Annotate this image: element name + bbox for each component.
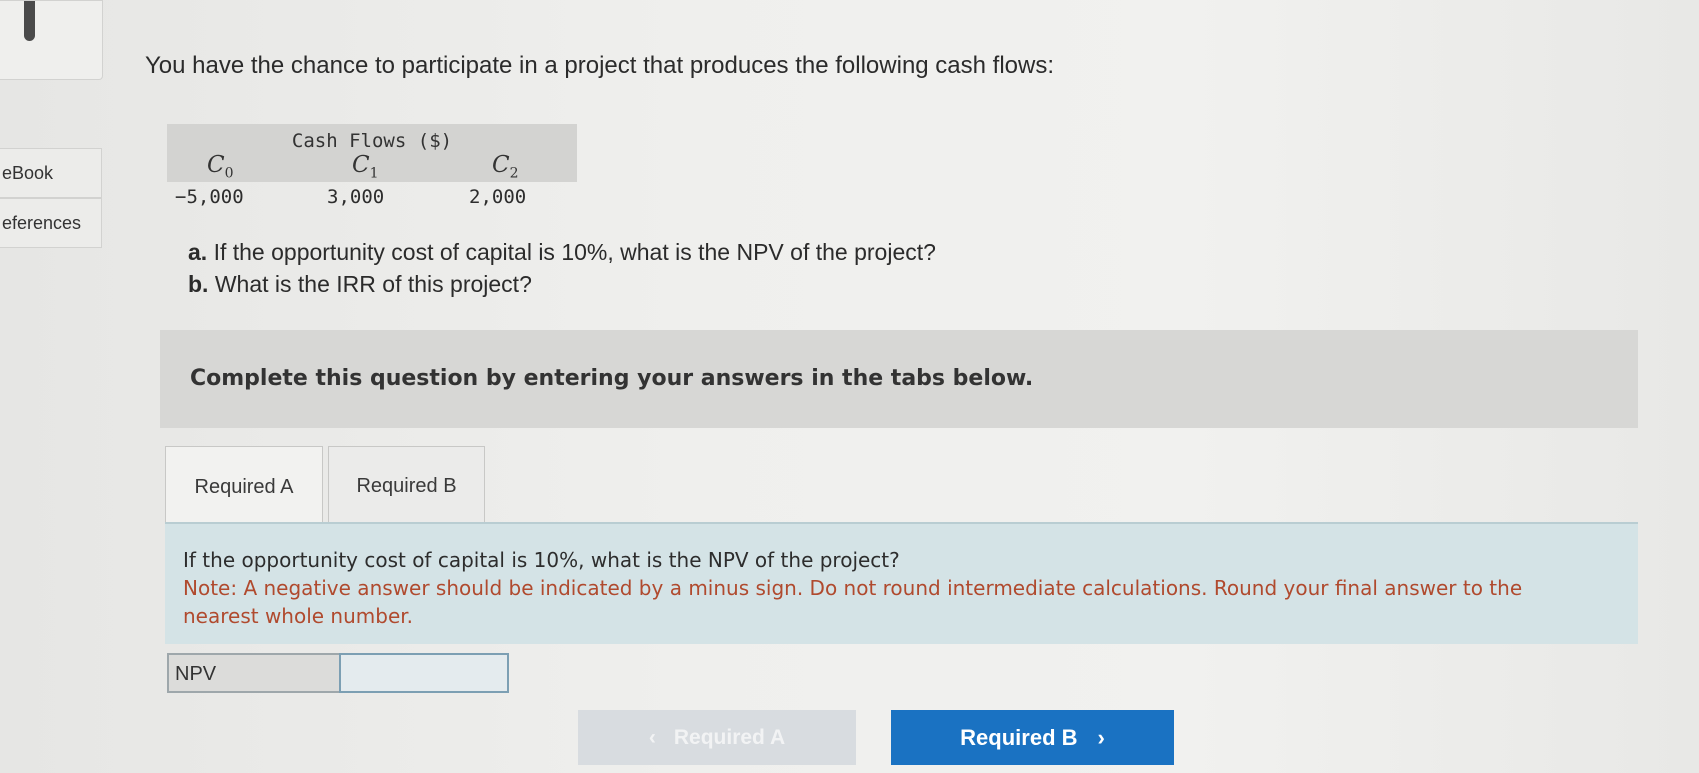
answer-note: Note: A negative answer should be indica…	[183, 576, 1523, 628]
prev-button-label: Required A	[673, 725, 786, 749]
tab-required-b[interactable]: Required B	[328, 446, 485, 526]
chevron-right-icon: ›	[1097, 724, 1105, 750]
handle-icon[interactable]	[24, 1, 35, 41]
column-symbol-c0: C0	[207, 152, 234, 182]
sidebar-item-references[interactable]: eferences	[0, 198, 102, 248]
column-symbol-c2: C2	[492, 152, 519, 182]
instructions-banner: Complete this question by entering your …	[160, 330, 1638, 428]
cash-flow-table-title: Cash Flows ($)	[291, 130, 453, 152]
chevron-left-icon: ‹	[648, 725, 656, 749]
part-b: b. What is the IRR of this project?	[188, 268, 936, 300]
cash-flow-table: Cash Flows ($) C0 C1 C2 −5,000 3,000 2,0…	[167, 124, 577, 208]
question-text: You have the chance to participate in a …	[145, 52, 1055, 79]
part-a: a. If the opportunity cost of capital is…	[188, 236, 936, 268]
prev-button: ‹ Required A	[578, 710, 856, 765]
npv-label: NPV	[175, 663, 217, 685]
part-a-text: If the opportunity cost of capital is 10…	[213, 239, 936, 265]
part-a-marker: a.	[188, 239, 208, 265]
page: eBook eferences You have the chance to p…	[0, 0, 1699, 773]
answer-panel: If the opportunity cost of capital is 10…	[165, 522, 1638, 644]
cash-flow-table-header: Cash Flows ($) C0 C1 C2	[167, 124, 577, 182]
tab-label: Required A	[194, 476, 294, 498]
column-symbol-c1: C1	[352, 152, 379, 182]
tab-label: Required B	[356, 474, 457, 497]
question-parts: a. If the opportunity cost of capital is…	[188, 236, 936, 300]
answer-question: If the opportunity cost of capital is 10…	[183, 548, 900, 572]
sidebar-collapse-tab[interactable]	[0, 0, 103, 80]
cash-flow-value-c1: 3,000	[327, 186, 385, 208]
part-b-text: What is the IRR of this project?	[214, 271, 532, 297]
tab-required-a[interactable]: Required A	[165, 446, 323, 528]
cash-flow-value-c2: 2,000	[469, 186, 527, 208]
sidebar-item-label: eBook	[2, 162, 54, 183]
npv-row: NPV	[167, 653, 509, 693]
next-button-label: Required B	[960, 724, 1078, 750]
cash-flow-value-c0: −5,000	[175, 186, 244, 208]
next-button[interactable]: Required B ›	[891, 710, 1174, 765]
npv-input[interactable]	[339, 653, 509, 693]
sidebar-item-label: eferences	[2, 212, 82, 233]
part-b-marker: b.	[188, 271, 209, 297]
sidebar-item-ebook[interactable]: eBook	[0, 148, 102, 198]
instructions-text: Complete this question by entering your …	[190, 366, 1034, 391]
